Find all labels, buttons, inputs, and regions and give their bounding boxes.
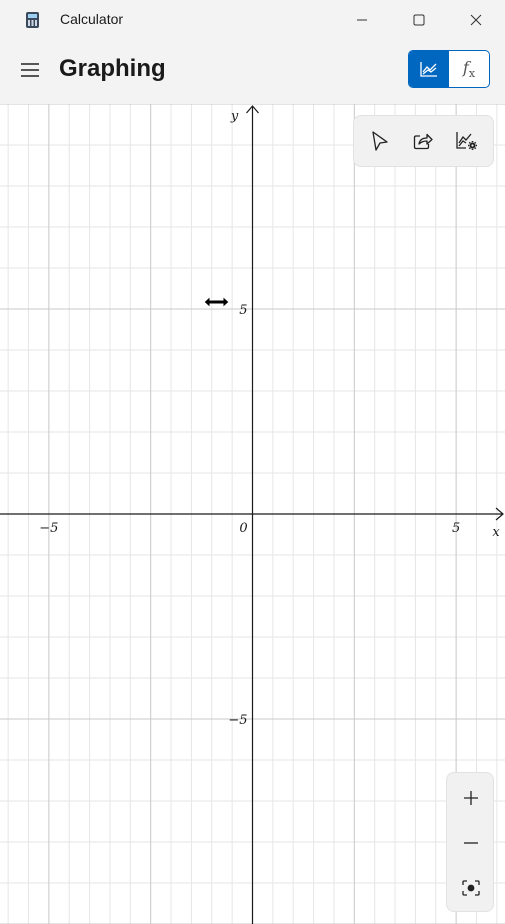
graph-icon [420,62,437,77]
graph-settings-icon [456,132,478,150]
function-icon: fx [462,57,476,81]
close-icon [470,14,482,26]
zoom-in-button[interactable] [451,778,491,818]
zoom-in-icon [464,791,478,805]
zoom-out-button[interactable] [451,823,491,863]
reset-view-button[interactable] [451,868,491,908]
mode-toggle: fx [408,50,490,88]
zoom-out-icon [464,842,478,844]
title-bar: Calculator [0,0,505,40]
resize-horizontal-cursor [203,295,230,309]
graph-settings-button[interactable] [448,122,486,160]
select-icon [372,131,388,151]
graph-plot[interactable]: x y 0 −5 5 5 −5 [0,104,505,924]
y-axis-label: y [230,109,239,124]
calculator-icon [26,12,39,28]
app-title: Calculator [60,11,124,27]
y-tick-label: −5 [228,713,247,728]
select-button[interactable] [361,122,399,160]
hamburger-icon [21,63,39,77]
graph-mode-button[interactable] [409,51,449,87]
minimize-button[interactable] [339,0,385,40]
page-title: Graphing [59,55,166,82]
maximize-button[interactable] [396,0,442,40]
menu-button[interactable] [16,56,44,84]
maximize-icon [413,14,425,26]
origin-label: 0 [239,521,247,536]
minimize-icon [357,19,367,21]
function-mode-button[interactable]: fx [449,51,489,87]
x-tick-label: −5 [39,521,58,536]
reset-view-icon [462,880,480,896]
x-axis-label: x [492,525,500,540]
close-button[interactable] [453,0,499,40]
share-icon [414,133,434,150]
x-tick-label: 5 [452,521,460,536]
share-button[interactable] [404,122,442,160]
graph-tools [353,115,494,167]
header: Graphing fx [0,40,505,104]
zoom-controls [446,772,494,912]
graph-canvas[interactable]: x y 0 −5 5 5 −5 [0,104,505,924]
y-tick-label: 5 [239,303,247,318]
